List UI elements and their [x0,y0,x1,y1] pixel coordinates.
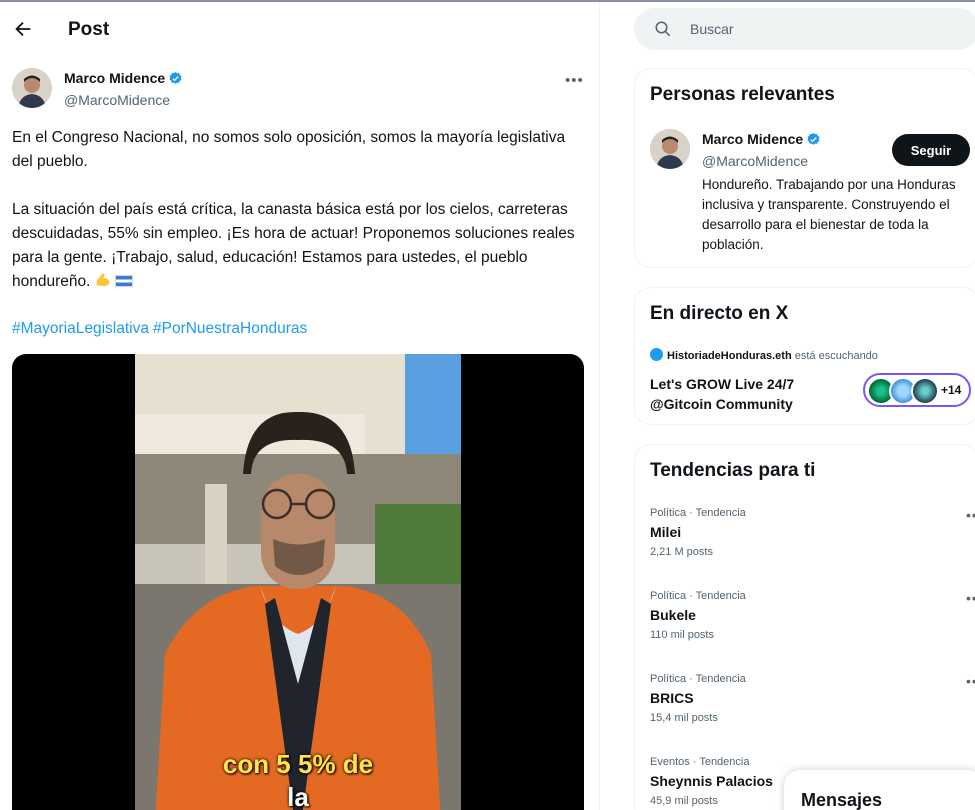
messages-title: Mensajes [801,790,883,810]
verified-badge-icon [169,71,182,84]
live-title: En directo en X [650,303,789,324]
video-caption-line-1: con 5 5% de [222,749,374,779]
trend-count: 110 mil posts [650,629,714,641]
trend-name: Bukele [650,607,696,623]
listener-extra-count: +14 [941,383,962,397]
post-paragraph-1: En el Congreso Nacional, no somos solo o… [12,129,566,170]
listener-avatar [911,377,939,405]
trend-count: 15,4 mil posts [650,712,718,724]
post-video[interactable]: con 5 5% de la [12,354,584,810]
follow-button[interactable]: Seguir [892,134,970,166]
trend-name: Milei [650,524,682,540]
trend-item[interactable]: Política · Tendencia Milei 2,21 M posts … [650,507,975,558]
live-host-name: HistoriadeHonduras.eth [667,350,792,362]
trend-count: 2,21 M posts [650,546,713,558]
more-options-icon[interactable]: ••• [565,72,584,89]
trend-name: BRICS [650,690,694,706]
trends-title: Tendencias para ti [650,460,816,481]
author-avatar[interactable] [12,68,52,108]
messages-drawer[interactable]: Mensajes [784,770,975,810]
honduras-flag-emoji-icon [115,275,134,287]
live-host-status: está escuchando [794,350,878,362]
hashtag-link[interactable]: #MayoriaLegislativa [12,320,149,337]
trend-meta: Política · Tendencia [650,507,746,519]
more-options-icon[interactable]: ••• [966,673,975,689]
post-paragraph-2: La situación del país está crítica, la c… [12,198,587,294]
author-name-text: Marco Midence [64,70,166,86]
verified-badge-icon [807,132,820,145]
trend-meta: Política · Tendencia [650,673,746,685]
flexed-biceps-emoji-icon [97,273,110,287]
main-column: Post Marco Midence @MarcoMidence ••• En … [0,2,600,810]
relevant-name[interactable]: Marco Midence [702,131,821,147]
relevant-people-card: Personas relevantes Marco Midence @Marco… [634,68,975,268]
search-input[interactable] [690,18,950,40]
more-options-icon[interactable]: ••• [966,590,975,606]
trend-item[interactable]: Política · Tendencia BRICS 15,4 mil post… [650,673,975,724]
video-caption-line-2: la [287,782,309,810]
relevant-handle[interactable]: @MarcoMidence [702,153,808,169]
trend-meta: Eventos · Tendencia [650,756,750,768]
relevant-bio: Hondureño. Trabajando por una Honduras i… [702,177,956,252]
author-name[interactable]: Marco Midence [64,70,183,86]
author-handle[interactable]: @MarcoMidence [64,92,170,108]
trend-meta: Política · Tendencia [650,590,746,602]
post-header: Post [0,2,599,57]
live-space-title[interactable]: Let's GROW Live 24/7 @Gitcoin Community [650,374,840,414]
live-on-x-card: En directo en X HistoriadeHonduras.eth e… [634,287,975,425]
back-arrow-icon[interactable] [12,18,34,40]
video-frame: con 5 5% de la [135,354,461,810]
relevant-avatar[interactable] [650,129,690,169]
hashtag-row: #MayoriaLegislativa #PorNuestraHonduras [12,320,311,338]
trend-item[interactable]: Política · Tendencia Bukele 110 mil post… [650,590,975,641]
relevant-people-title: Personas relevantes [650,84,835,105]
video-scene-image [135,354,461,810]
hashtag-link[interactable]: #PorNuestraHonduras [153,320,307,337]
more-options-icon[interactable]: ••• [966,507,975,523]
trends-card: Tendencias para ti Política · Tendencia … [634,444,975,810]
page-title: Post [68,19,110,40]
search-bar[interactable] [634,8,975,50]
relevant-name-text: Marco Midence [702,131,804,147]
live-host-line: HistoriadeHonduras.eth está escuchando [650,348,878,362]
search-icon [655,21,671,37]
live-listeners[interactable]: +14 [863,373,971,407]
post-text: En el Congreso Nacional, no somos solo o… [12,126,587,318]
host-avatar-icon [650,348,663,361]
